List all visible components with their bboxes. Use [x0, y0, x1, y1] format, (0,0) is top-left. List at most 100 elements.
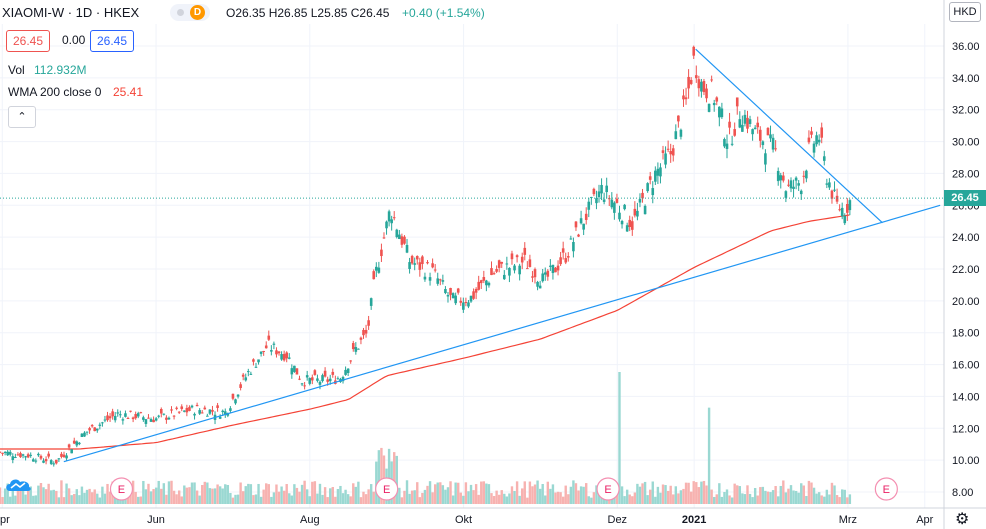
volume-bar — [290, 495, 294, 504]
volume-bar — [666, 490, 670, 504]
candle-body — [771, 137, 775, 150]
volume-bar — [805, 495, 808, 504]
volume-bar — [431, 492, 434, 504]
tradingview-cloud-icon[interactable] — [4, 474, 34, 494]
settings-gear-icon[interactable]: ⚙ — [955, 509, 969, 529]
candle-body — [835, 195, 839, 202]
candle-body — [769, 134, 772, 139]
ask-price-box[interactable]: 26.45 — [90, 30, 135, 52]
volume-bar — [254, 494, 258, 504]
currency-button[interactable]: HKD — [949, 2, 981, 22]
volume-bar — [664, 485, 667, 504]
candle-body — [1, 452, 4, 454]
candle-body — [528, 259, 532, 267]
candle-body — [93, 427, 97, 432]
candle-body — [648, 176, 652, 180]
symbol-title[interactable]: XIAOMI-W · 1D · HKEX — [2, 5, 139, 20]
candle-body — [231, 393, 235, 399]
candle-body — [357, 348, 360, 350]
candle-body — [203, 407, 207, 410]
candle-body — [533, 269, 537, 278]
candle-body — [600, 184, 603, 194]
earnings-marker-label: E — [118, 484, 125, 496]
candle-body — [559, 257, 562, 265]
volume-bar — [247, 483, 250, 504]
volume-bar — [367, 489, 370, 504]
candle-body — [764, 153, 767, 165]
candle-body — [549, 265, 552, 267]
volume-bar — [236, 494, 240, 504]
candle-body — [111, 411, 114, 417]
candle-body — [543, 272, 547, 275]
volume-bar — [211, 488, 214, 504]
candle-body — [70, 449, 73, 454]
candle-body — [431, 263, 434, 268]
volume-bar — [0, 487, 2, 504]
candle-body — [694, 75, 698, 79]
candle-body — [735, 97, 739, 107]
volume-bar — [1, 497, 4, 504]
collapse-legend-button[interactable]: ⌃ — [8, 106, 36, 128]
price-axis-label: 14.00 — [952, 391, 980, 403]
volume-bar — [172, 490, 176, 504]
volume-bar — [272, 492, 276, 504]
volume-bar — [628, 494, 631, 504]
candle-body — [90, 425, 94, 427]
volume-bar — [372, 491, 375, 504]
last-price-tag: 26.45 — [944, 190, 986, 207]
candle-body — [741, 124, 744, 132]
volume-bar — [654, 496, 657, 504]
volume-bar — [559, 492, 562, 504]
volume-bar — [746, 485, 749, 504]
volume-bar — [702, 480, 706, 504]
candle-body — [515, 255, 519, 258]
volume-bar — [469, 484, 473, 504]
volume-bar — [515, 481, 519, 504]
volume-bar — [802, 485, 805, 504]
volume-bar — [838, 497, 841, 504]
candle-body — [697, 79, 701, 89]
candle-body — [848, 200, 852, 211]
candle-body — [221, 410, 225, 413]
volume-bar — [720, 496, 724, 504]
volume-bar — [828, 494, 831, 504]
candle-body — [702, 81, 706, 93]
candle-body — [369, 298, 373, 306]
candle-body — [654, 170, 657, 182]
candle-body — [198, 410, 201, 414]
candle-body — [779, 175, 783, 181]
volume-bar — [577, 490, 580, 504]
candle-body — [300, 383, 304, 385]
bid-price-box[interactable]: 26.45 — [6, 30, 51, 52]
candle-body — [136, 413, 140, 417]
volume-bar — [733, 483, 736, 504]
volume-bar — [487, 484, 491, 504]
chart-canvas[interactable]: 36.0034.0032.0030.0028.0026.0024.0022.00… — [0, 0, 986, 529]
price-axis-label: 22.00 — [952, 264, 980, 276]
volume-bar — [221, 488, 224, 504]
volume-bar — [70, 495, 73, 504]
candle-body — [42, 460, 45, 463]
candle-body — [346, 368, 350, 373]
candle-body — [846, 204, 849, 213]
trendline-support[interactable] — [63, 204, 941, 463]
volume-bar — [835, 495, 839, 504]
candle-body — [700, 81, 703, 92]
candle-body — [31, 459, 35, 462]
volume-bar — [198, 495, 201, 504]
candle-body — [643, 205, 647, 215]
volume-bar — [57, 497, 61, 504]
time-axis-label: Jun — [147, 514, 165, 526]
volume-bar — [661, 484, 665, 504]
candle-body — [751, 129, 754, 135]
volume-bar — [344, 489, 347, 504]
volume-bar — [34, 495, 38, 504]
volume-bar — [298, 491, 301, 504]
trendline-resistance[interactable] — [695, 48, 883, 224]
volume-bar — [736, 485, 739, 504]
volume-bar — [738, 486, 742, 504]
volume-bar — [321, 494, 324, 504]
candle-body — [820, 127, 824, 138]
wma-legend-value: 25.41 — [113, 85, 144, 99]
candle-body — [408, 262, 411, 269]
